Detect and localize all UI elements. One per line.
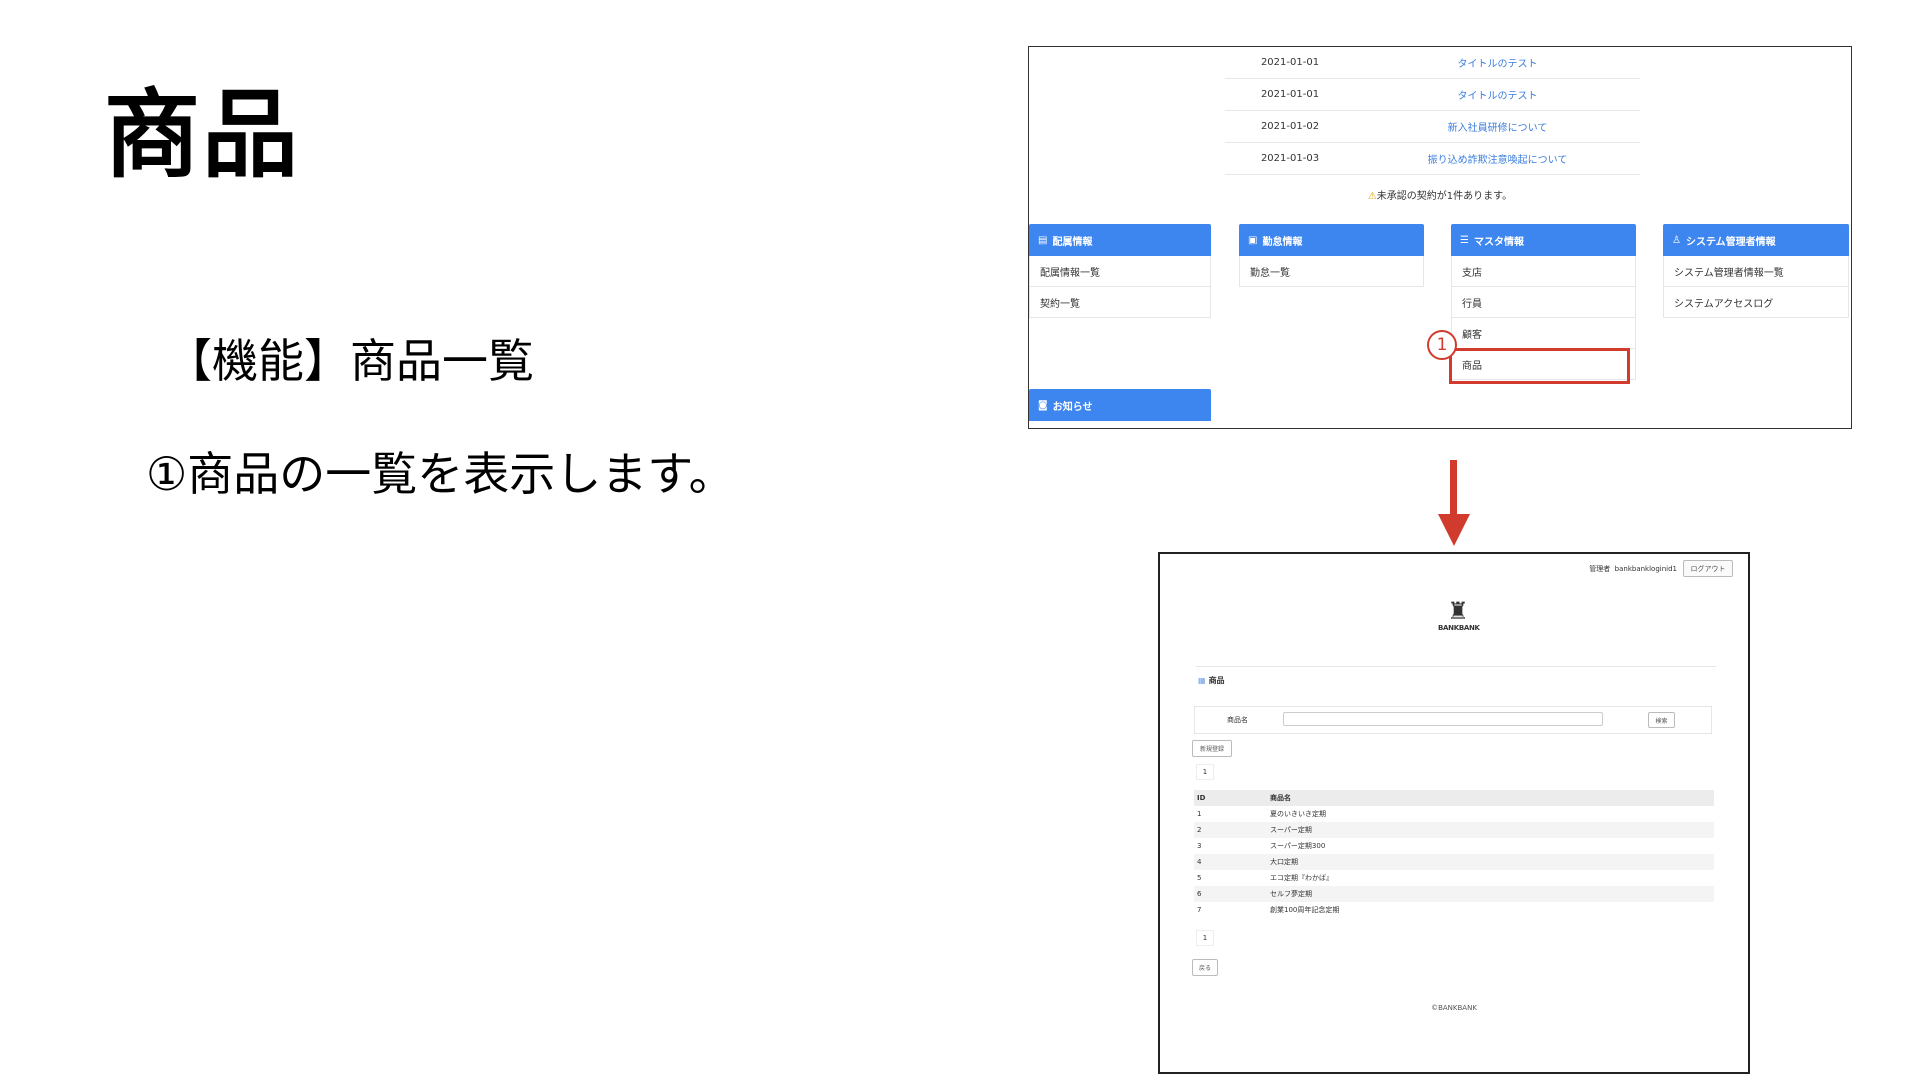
- news-date: 2021-01-01: [1260, 89, 1320, 100]
- arrow-head-icon: [1438, 514, 1470, 546]
- new-product-button[interactable]: 新規登録: [1192, 740, 1232, 757]
- rss-icon: ◙: [1038, 399, 1048, 411]
- column-header-id: ID: [1194, 790, 1267, 806]
- card-header-assignment: ▤ 配属情報: [1029, 224, 1211, 256]
- cell-id: 5: [1197, 874, 1202, 882]
- news-title-link[interactable]: タイトルのテスト: [1355, 55, 1640, 70]
- divider: [1196, 666, 1716, 667]
- feature-heading: 【機能】商品一覧: [166, 334, 534, 388]
- logout-button[interactable]: ログアウト: [1683, 560, 1733, 577]
- search-button[interactable]: 検索: [1648, 712, 1675, 728]
- card-header-attendance: ▣ 勤怠情報: [1239, 224, 1424, 256]
- portal-screenshot: 2021-01-01 タイトルのテスト 2021-01-01 タイトルのテスト …: [1028, 46, 1852, 429]
- card-header-notice[interactable]: ◙ お知らせ: [1029, 389, 1211, 421]
- news-date: 2021-01-03: [1260, 153, 1320, 164]
- card-notice: ◙ お知らせ: [1029, 389, 1211, 421]
- cell-name: 夏のいきいき定期: [1270, 810, 1326, 818]
- table-header-row: ID 商品名: [1194, 790, 1714, 806]
- news-date: 2021-01-02: [1260, 121, 1320, 132]
- logo-text: BANKBANK: [1438, 624, 1480, 632]
- cell-id: 4: [1194, 854, 1267, 870]
- logo-icon: ♜: [1447, 597, 1469, 625]
- card-header-admin: ♙ システム管理者情報: [1663, 224, 1849, 256]
- copyright: ©BANKBANK: [1431, 1004, 1477, 1012]
- table-row[interactable]: 7 創業100周年記念定期: [1194, 902, 1714, 918]
- news-list: 2021-01-01 タイトルのテスト 2021-01-01 タイトルのテスト …: [1225, 47, 1640, 175]
- pagination-top[interactable]: 1: [1196, 764, 1214, 780]
- cell-id: 1: [1197, 810, 1202, 818]
- back-button[interactable]: 戻る: [1192, 959, 1218, 976]
- cell-name: スーパー定期300: [1270, 842, 1326, 850]
- slide-title: 商品: [104, 79, 300, 191]
- warning-text: 未承認の契約が1件あります。: [1376, 191, 1513, 202]
- table-row[interactable]: 5 エコ定期『わかば』: [1194, 870, 1714, 886]
- cell-id: 2: [1194, 822, 1267, 838]
- cell-name: エコ定期『わかば』: [1270, 874, 1333, 882]
- product-list-screenshot: 管理者 bankbankloginid1 ログアウト ♜ BANKBANK ▦ 商…: [1158, 552, 1750, 1074]
- search-panel: 商品名 検索: [1194, 706, 1712, 734]
- cell-name: セルフ夢定期: [1267, 886, 1714, 902]
- id-card-icon: ▣: [1248, 234, 1258, 246]
- bankbank-logo[interactable]: ♜ BANKBANK: [1438, 597, 1480, 632]
- table-row[interactable]: 1 夏のいきいき定期: [1194, 806, 1714, 822]
- feature-description: ①商品の一覧を表示します。: [146, 447, 735, 501]
- menu-item-staff[interactable]: 行員: [1451, 287, 1636, 318]
- pagination-bottom[interactable]: 1: [1196, 930, 1214, 946]
- cell-name: 大口定期: [1267, 854, 1714, 870]
- cell-id: 3: [1197, 842, 1202, 850]
- user-icon: ♙: [1672, 234, 1681, 246]
- news-row: 2021-01-01 タイトルのテスト: [1225, 79, 1640, 111]
- menu-item-branch[interactable]: 支店: [1451, 256, 1636, 287]
- step-marker: 1: [1427, 330, 1457, 360]
- cell-name: 創業100周年記念定期: [1270, 906, 1340, 914]
- cell-id: 7: [1197, 906, 1202, 914]
- card-admin: ♙ システム管理者情報 システム管理者情報一覧 システムアクセスログ: [1663, 224, 1849, 318]
- table-row[interactable]: 3 スーパー定期300: [1194, 838, 1714, 854]
- menu-item-contract-list[interactable]: 契約一覧: [1029, 287, 1211, 318]
- menu-item-customer[interactable]: 顧客: [1451, 318, 1636, 349]
- user-id: bankbankloginid1: [1614, 565, 1677, 573]
- cell-id: 6: [1194, 886, 1267, 902]
- card-attendance: ▣ 勤怠情報 勤怠一覧: [1239, 224, 1424, 287]
- database-icon: ☰: [1460, 234, 1469, 246]
- product-table: ID 商品名 1 夏のいきいき定期 2 スーパー定期 3 スーパー定期300 4…: [1194, 790, 1714, 918]
- news-title-link[interactable]: 新入社員研修について: [1355, 119, 1640, 134]
- user-role: 管理者: [1589, 565, 1611, 573]
- warning-icon: ⚠: [1367, 191, 1377, 202]
- menu-item-assignment-list[interactable]: 配属情報一覧: [1029, 256, 1211, 287]
- page-title: ▦ 商品: [1198, 676, 1225, 685]
- menu-item-attendance-list[interactable]: 勤怠一覧: [1239, 256, 1424, 287]
- list-icon: ▦: [1198, 676, 1206, 685]
- search-label: 商品名: [1227, 716, 1248, 724]
- arrow-down-icon: [1450, 460, 1457, 518]
- card-assignment: ▤ 配属情報 配属情報一覧 契約一覧: [1029, 224, 1211, 318]
- product-name-input[interactable]: [1283, 712, 1603, 726]
- news-row: 2021-01-02 新入社員研修について: [1225, 111, 1640, 143]
- table-row[interactable]: 6 セルフ夢定期: [1194, 886, 1714, 902]
- product-highlight-box: [1449, 348, 1630, 384]
- building-icon: ▤: [1038, 234, 1048, 246]
- news-row: 2021-01-03 振り込め詐欺注意喚起について: [1225, 143, 1640, 175]
- menu-item-admin-list[interactable]: システム管理者情報一覧: [1663, 256, 1849, 287]
- news-title-link[interactable]: 振り込め詐欺注意喚起について: [1355, 151, 1640, 166]
- table-row[interactable]: 4 大口定期: [1194, 854, 1714, 870]
- user-info: 管理者 bankbankloginid1: [1589, 564, 1677, 574]
- menu-item-access-log[interactable]: システムアクセスログ: [1663, 287, 1849, 318]
- news-row: 2021-01-01 タイトルのテスト: [1225, 47, 1640, 79]
- news-title-link[interactable]: タイトルのテスト: [1355, 87, 1640, 102]
- column-header-name: 商品名: [1267, 790, 1714, 806]
- card-header-master: ☰ マスタ情報: [1451, 224, 1636, 256]
- cell-name: スーパー定期: [1267, 822, 1714, 838]
- news-date: 2021-01-01: [1260, 57, 1320, 68]
- pending-contract-warning: ⚠未承認の契約が1件あります。: [1029, 187, 1851, 202]
- table-row[interactable]: 2 スーパー定期: [1194, 822, 1714, 838]
